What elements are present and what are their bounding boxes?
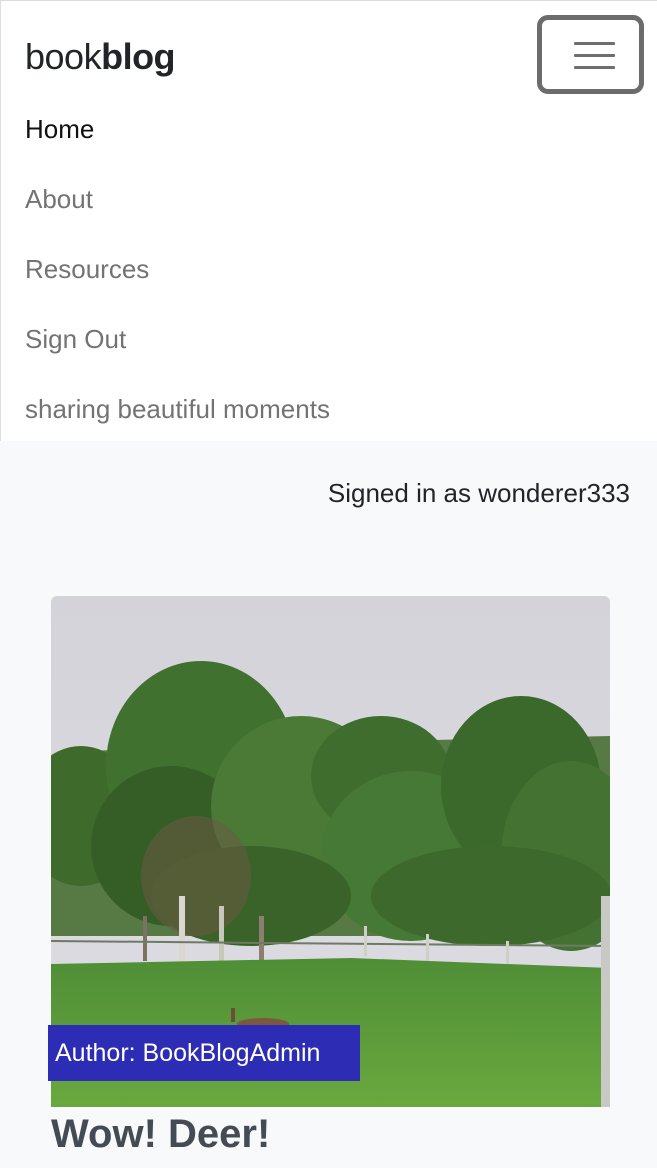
- site-tagline: sharing beautiful moments: [25, 394, 330, 424]
- nav-link-resources[interactable]: Resources: [25, 253, 149, 285]
- post-title[interactable]: Wow! Deer!: [51, 1110, 270, 1158]
- navbar-toggler-button[interactable]: [537, 15, 644, 94]
- nav-link-about[interactable]: About: [25, 183, 93, 215]
- hamburger-menu-icon: [574, 40, 615, 70]
- brand-light-text: book: [25, 36, 102, 77]
- nav-link-sign-out[interactable]: Sign Out: [25, 323, 126, 355]
- brand-bold-text: blog: [101, 36, 176, 77]
- signed-in-status: Signed in as wonderer333: [327, 478, 630, 508]
- author-badge: Author: BookBlogAdmin: [48, 1025, 360, 1081]
- navbar: bookblog Home About Resources Sign Out s…: [0, 0, 657, 441]
- brand-logo[interactable]: bookblog: [25, 35, 176, 79]
- nav-link-home[interactable]: Home: [25, 113, 94, 145]
